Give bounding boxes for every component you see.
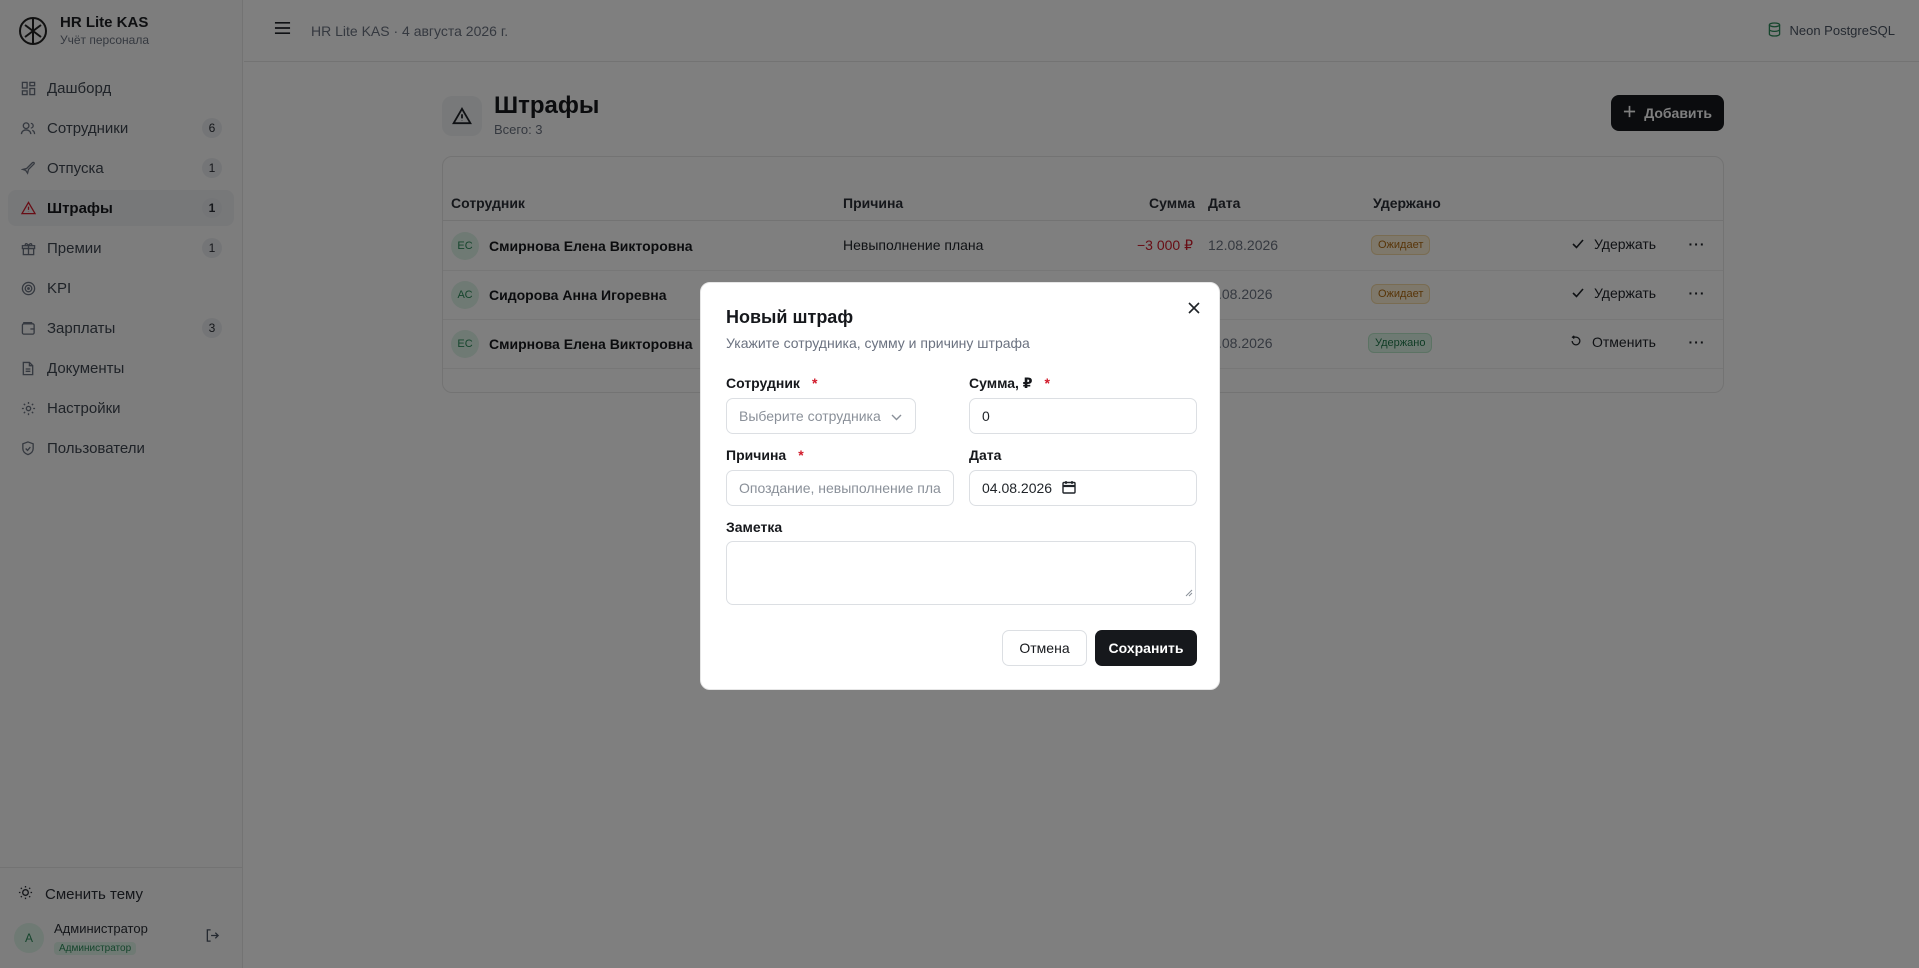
note-label: Заметка <box>726 519 783 535</box>
employee-select-placeholder: Выберите сотрудника <box>739 408 881 424</box>
chevron-down-icon <box>891 408 902 424</box>
date-input[interactable]: 04.08.2026 <box>969 470 1197 506</box>
reason-input-placeholder: Опоздание, невыполнение пла <box>739 480 941 496</box>
required-mark: * <box>798 447 804 463</box>
sum-input[interactable]: 0 <box>969 398 1197 434</box>
calendar-icon[interactable] <box>1062 480 1076 497</box>
reason-input[interactable]: Опоздание, невыполнение пла <box>726 470 954 506</box>
required-mark: * <box>811 375 818 391</box>
dialog-title: Новый штраф <box>726 307 854 327</box>
close-icon[interactable] <box>1185 299 1203 317</box>
note-textarea[interactable] <box>726 541 1196 605</box>
reason-label: Причина * <box>726 447 804 463</box>
sum-label-text: Сумма, ₽ <box>969 375 1033 391</box>
employee-label: Сотрудник * <box>726 375 817 391</box>
dialog-description: Укажите сотрудника, сумму и причину штра… <box>726 335 1030 351</box>
sum-label: Сумма, ₽ * <box>969 375 1050 392</box>
resize-handle-icon[interactable] <box>1185 584 1193 602</box>
employee-select[interactable]: Выберите сотрудника <box>726 398 916 434</box>
employee-label-text: Сотрудник <box>726 375 800 391</box>
date-input-value: 04.08.2026 <box>982 480 1053 496</box>
save-button[interactable]: Сохранить <box>1095 630 1197 666</box>
sum-input-value: 0 <box>982 408 990 424</box>
reason-label-text: Причина <box>726 447 787 463</box>
required-mark: * <box>1044 375 1050 391</box>
new-fine-dialog: Новый штраф Укажите сотрудника, сумму и … <box>700 282 1220 690</box>
cancel-button[interactable]: Отмена <box>1002 630 1087 666</box>
date-label: Дата <box>969 447 1002 463</box>
